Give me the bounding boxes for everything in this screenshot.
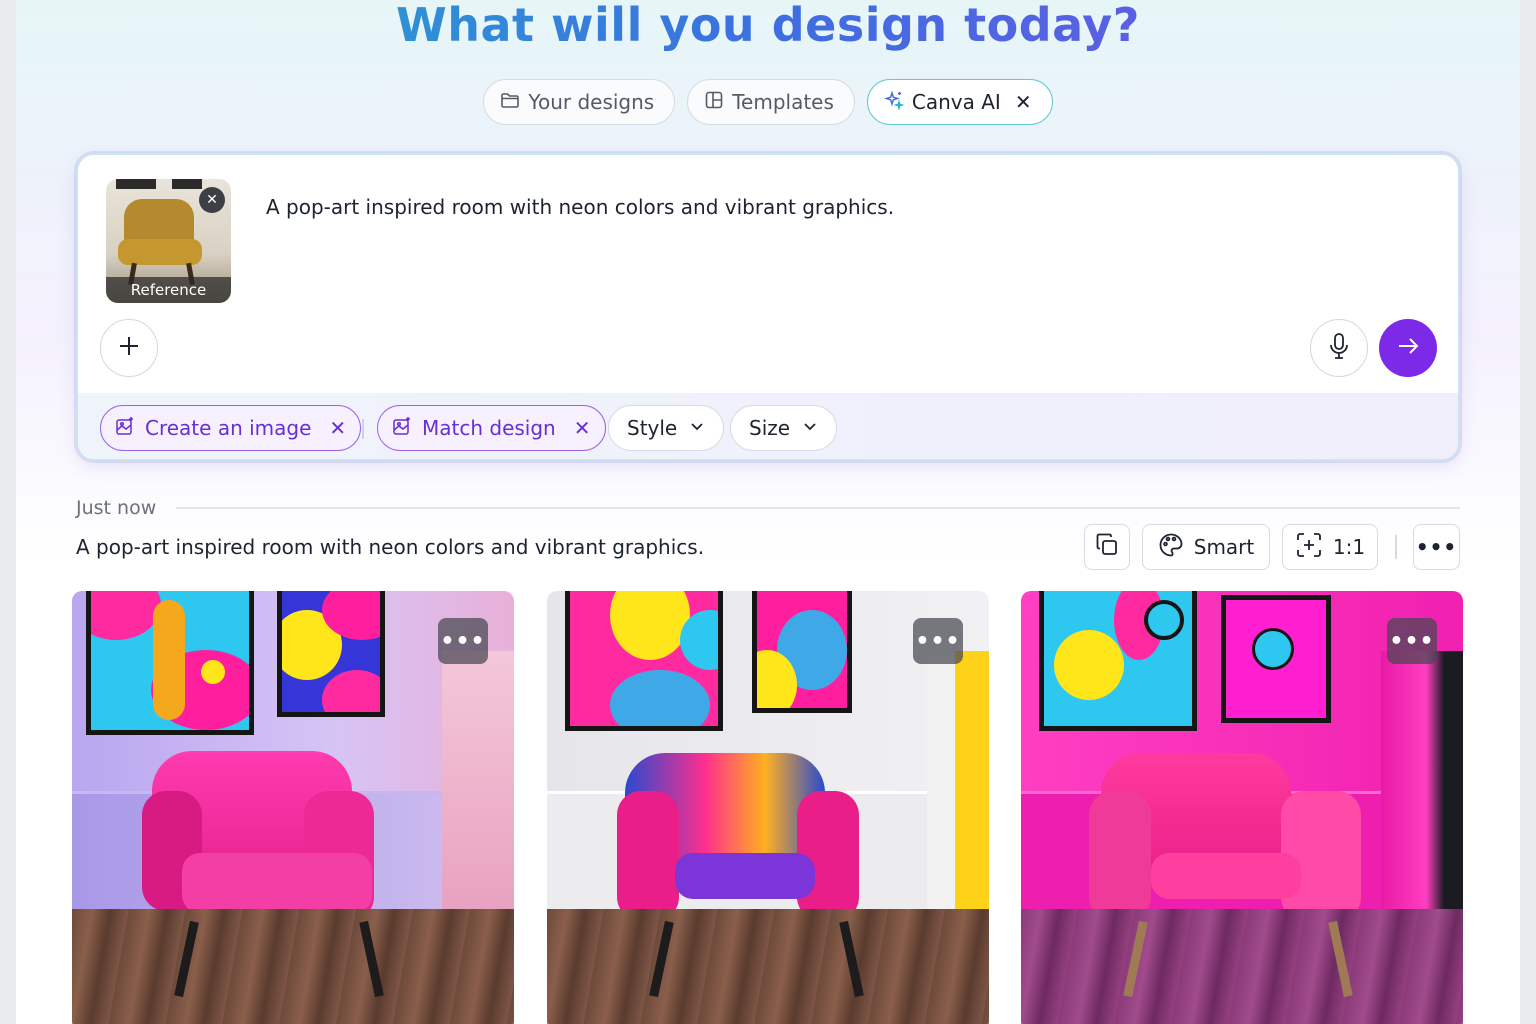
canva-home-page: What will you design today? Your designs… xyxy=(16,0,1520,1024)
add-button[interactable] xyxy=(100,319,158,377)
tab-label: Templates xyxy=(732,90,834,114)
mode-label: Smart xyxy=(1193,535,1255,559)
chair-seat xyxy=(182,853,372,913)
plus-icon xyxy=(117,334,141,362)
result-prompt: A pop-art inspired room with neon colors… xyxy=(76,535,705,559)
send-button[interactable] xyxy=(1379,319,1437,377)
chip-label: Style xyxy=(627,416,678,440)
sparkle-icon xyxy=(883,89,905,115)
tab-label: Your designs xyxy=(528,90,655,114)
copy-icon xyxy=(1094,532,1120,563)
image-more-button[interactable]: ••• xyxy=(438,618,488,664)
chair-seat xyxy=(1151,853,1301,899)
chip-label: Size xyxy=(749,416,791,440)
prompt-options-bar: Create an image ✕ Match design ✕ Style S… xyxy=(78,393,1458,459)
fireplace xyxy=(442,651,514,921)
chip-label: Create an image xyxy=(145,416,312,440)
more-options-button[interactable]: ••• xyxy=(1413,524,1460,570)
mode-tabs: Your designs Templates Canva AI ✕ xyxy=(16,79,1520,125)
tab-canva-ai[interactable]: Canva AI ✕ xyxy=(866,79,1053,125)
page-title: What will you design today? xyxy=(16,0,1520,52)
floor xyxy=(1021,909,1463,1024)
shape xyxy=(1144,600,1184,640)
artwork xyxy=(565,591,723,731)
chair-seat xyxy=(118,239,202,265)
chevron-down-icon xyxy=(687,416,707,441)
resize-icon xyxy=(1295,531,1323,564)
microphone-icon xyxy=(1327,332,1351,364)
chair-arm xyxy=(1089,791,1151,921)
fireplace xyxy=(927,651,989,921)
create-image-chip[interactable]: Create an image ✕ xyxy=(100,405,362,451)
tab-label: Canva AI xyxy=(911,90,1001,114)
style-dropdown[interactable]: Style xyxy=(608,405,725,451)
size-dropdown[interactable]: Size xyxy=(730,405,838,451)
tab-your-designs[interactable]: Your designs xyxy=(483,79,676,125)
smart-mode-button[interactable]: Smart xyxy=(1142,524,1270,570)
prompt-box: ✕ Reference A pop-art inspired room with… xyxy=(76,153,1460,461)
artwork xyxy=(86,591,254,735)
prompt-input[interactable]: A pop-art inspired room with neon colors… xyxy=(266,195,894,219)
reference-image[interactable]: ✕ Reference xyxy=(106,179,231,303)
tab-templates[interactable]: Templates xyxy=(687,79,855,125)
close-icon[interactable]: ✕ xyxy=(329,416,346,440)
close-icon[interactable]: ✕ xyxy=(574,416,591,440)
divider xyxy=(1395,535,1397,559)
shape xyxy=(153,600,185,720)
image-sparkle-icon xyxy=(392,416,412,441)
more-icon: ••• xyxy=(1415,535,1458,559)
frame-decoration xyxy=(116,179,156,189)
image-more-button[interactable]: ••• xyxy=(913,618,963,664)
microphone-button[interactable] xyxy=(1310,319,1368,377)
match-design-chip[interactable]: Match design ✕ xyxy=(377,405,606,451)
generated-image-3[interactable]: ••• xyxy=(1021,591,1463,1024)
chair-seat xyxy=(675,853,815,899)
image-sparkle-icon xyxy=(115,416,135,441)
divider xyxy=(176,507,1460,509)
shape xyxy=(322,670,380,712)
fireplace xyxy=(1381,651,1463,921)
image-more-button[interactable]: ••• xyxy=(1387,618,1437,664)
frame-decoration xyxy=(172,179,202,189)
artwork xyxy=(277,591,385,717)
shape xyxy=(91,591,161,640)
shape xyxy=(610,670,710,726)
shape xyxy=(1054,630,1124,700)
copy-button[interactable] xyxy=(1084,524,1130,570)
shape xyxy=(610,591,690,660)
arrow-right-icon xyxy=(1395,333,1421,363)
palette-icon xyxy=(1158,532,1184,563)
template-icon xyxy=(704,90,724,115)
generated-image-2[interactable]: ••• xyxy=(547,591,989,1024)
chevron-down-icon xyxy=(800,416,820,441)
result-timestamp: Just now xyxy=(76,497,157,519)
generated-image-1[interactable]: ••• xyxy=(72,591,514,1024)
remove-reference-icon[interactable]: ✕ xyxy=(199,187,225,213)
chip-label: Match design xyxy=(422,416,556,440)
chair-arm xyxy=(617,791,679,921)
artwork xyxy=(752,591,852,713)
artwork xyxy=(1039,591,1197,731)
folder-icon xyxy=(500,90,520,115)
aspect-ratio-button[interactable]: 1:1 xyxy=(1282,524,1378,570)
divider xyxy=(362,419,364,439)
artwork xyxy=(1221,595,1331,723)
shape xyxy=(1252,628,1294,670)
floor xyxy=(72,909,514,1024)
floor xyxy=(547,909,989,1024)
shape xyxy=(201,660,225,684)
close-icon[interactable]: ✕ xyxy=(1015,90,1032,114)
reference-label: Reference xyxy=(106,277,231,303)
ratio-label: 1:1 xyxy=(1332,535,1366,559)
